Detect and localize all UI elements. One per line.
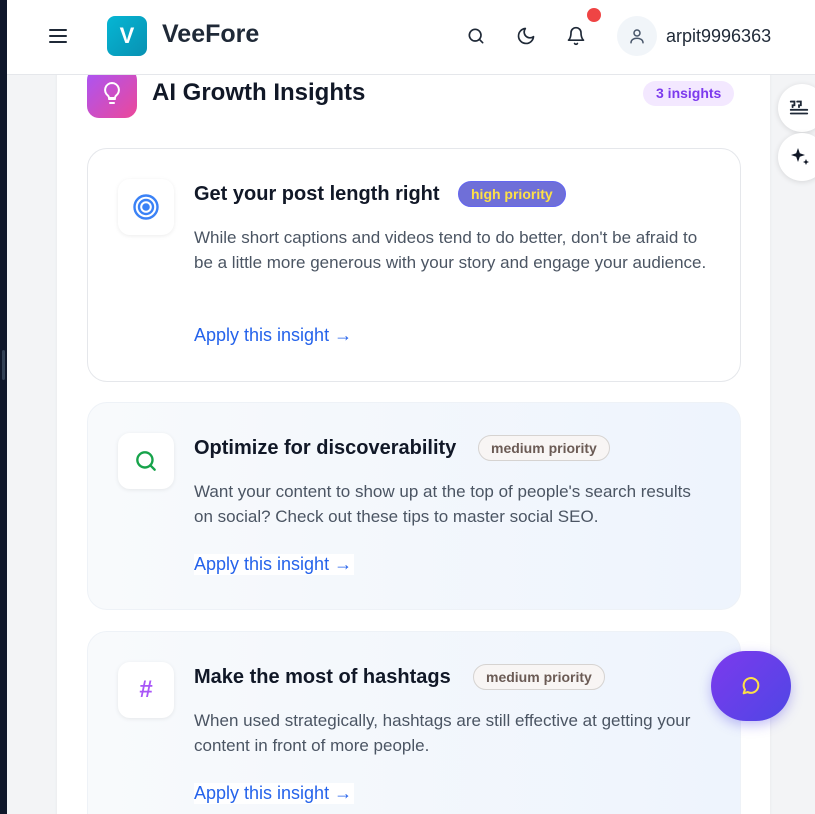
insight-card: Optimize for discoverability medium prio…: [87, 402, 741, 610]
menu-icon[interactable]: [47, 25, 69, 47]
username[interactable]: arpit9996363: [666, 26, 771, 47]
search-icon: [118, 433, 174, 489]
resize-handle[interactable]: [2, 350, 5, 380]
priority-badge: high priority: [458, 181, 566, 207]
brand-name[interactable]: VeeFore: [162, 20, 259, 49]
insight-title: Optimize for discoverability: [194, 437, 457, 459]
insight-description: While short captions and videos tend to …: [194, 228, 707, 272]
hashtag-glyph: #: [139, 676, 153, 703]
search-icon[interactable]: [464, 24, 488, 48]
sparkles-icon[interactable]: [778, 133, 815, 181]
insight-description: Want your content to show up at the top …: [194, 482, 691, 526]
brand-logo[interactable]: V: [107, 16, 147, 56]
quote-icon[interactable]: [778, 84, 815, 132]
notification-dot: [587, 8, 601, 22]
apply-insight-link[interactable]: Apply this insight →: [194, 554, 355, 575]
apply-insight-link[interactable]: Apply this insight →: [194, 325, 355, 346]
bell-icon[interactable]: [564, 24, 588, 48]
chat-icon[interactable]: [711, 651, 791, 721]
insights-count-badge: 3 insights: [643, 81, 735, 106]
insight-title: Make the most of hashtags: [194, 666, 451, 688]
left-edge-strip: [0, 0, 7, 814]
section-title: AI Growth Insights: [152, 79, 366, 106]
insight-title: Get your post length right: [194, 183, 440, 205]
priority-badge: medium priority: [473, 664, 605, 690]
apply-insight-link[interactable]: Apply this insight →: [194, 783, 355, 804]
target-icon: [118, 179, 174, 235]
top-header: V VeeFore arpit9996363: [7, 0, 815, 75]
insight-card: # Make the most of hashtags medium prior…: [87, 631, 741, 814]
hashtag-icon: #: [118, 662, 174, 718]
moon-icon[interactable]: [514, 24, 538, 48]
insight-description: When used strategically, hashtags are st…: [194, 711, 691, 755]
priority-badge: medium priority: [478, 435, 610, 461]
insight-card: Get your post length right high priority…: [87, 148, 741, 382]
lightbulb-icon: [87, 68, 137, 118]
user-icon[interactable]: [617, 16, 657, 56]
